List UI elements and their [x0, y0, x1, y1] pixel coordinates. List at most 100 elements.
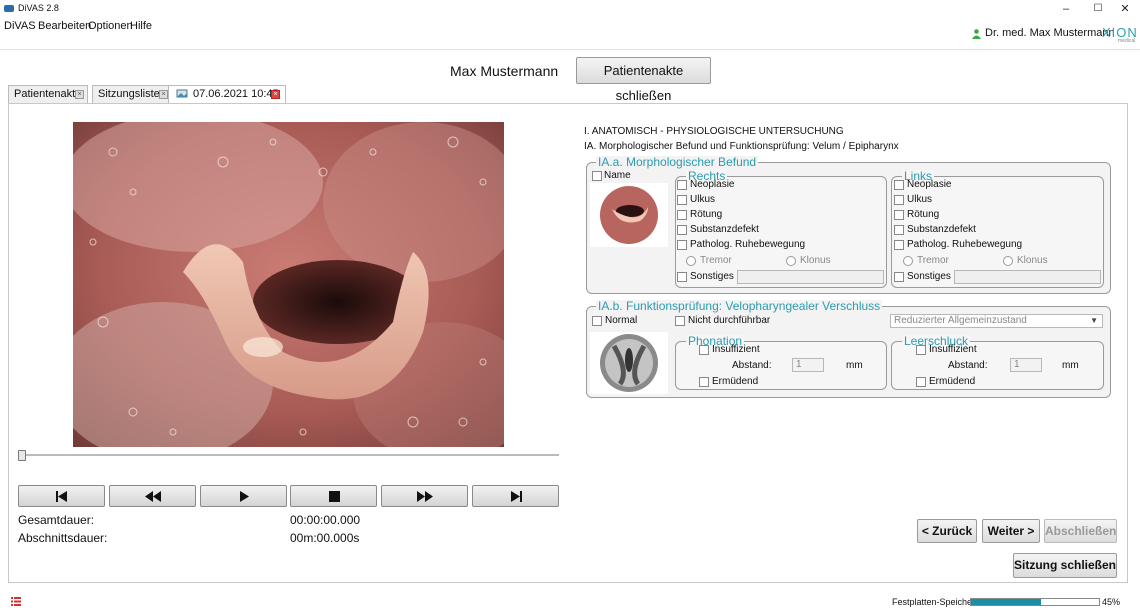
normal-checkbox[interactable]	[592, 316, 602, 326]
log-list-icon[interactable]	[11, 597, 21, 606]
fast-forward-button[interactable]	[381, 485, 468, 507]
rechts-tremor-radio[interactable]	[686, 256, 696, 266]
links-sonstiges-label: Sonstiges	[907, 271, 951, 282]
close-session-button[interactable]: Sitzung schließen	[1013, 553, 1117, 578]
condition-dropdown-value: Reduzierter Allgemeinzustand	[894, 315, 1027, 326]
disk-usage-fill	[971, 599, 1042, 605]
leerschluck-unit-label: mm	[1062, 360, 1079, 371]
phonation-unit-label: mm	[846, 360, 863, 371]
minimize-button[interactable]: –	[1051, 0, 1081, 18]
close-window-button[interactable]: ✕	[1110, 0, 1140, 18]
back-button[interactable]: < Zurück	[917, 519, 977, 543]
stop-icon	[329, 491, 340, 502]
links-tremor-radio[interactable]	[903, 256, 913, 266]
rechts-klonus-radio[interactable]	[786, 256, 796, 266]
xion-logo-sub: medical	[1118, 38, 1136, 44]
close-tab-icon[interactable]: ×	[271, 90, 280, 99]
skip-start-icon	[56, 491, 67, 502]
rechts-ruhebewegung-checkbox[interactable]	[677, 240, 687, 250]
skip-to-end-button[interactable]	[472, 485, 559, 507]
links-substanzdefekt-label: Substanzdefekt	[907, 224, 976, 235]
section-duration-value: 00m:00.000s	[290, 531, 360, 545]
links-substanzdefekt-checkbox[interactable]	[894, 225, 904, 235]
links-ruhebewegung-label: Patholog. Ruhebewegung	[907, 239, 1023, 250]
phonation-abstand-field[interactable]: 1	[792, 358, 824, 372]
rechts-klonus-label: Klonus	[800, 255, 831, 266]
nicht-durchfuehrbar-checkbox[interactable]	[675, 316, 685, 326]
links-sonstiges-checkbox[interactable]	[894, 272, 904, 282]
leerschluck-ermuedend-label: Ermüdend	[929, 376, 976, 387]
rechts-substanzdefekt-checkbox[interactable]	[677, 225, 687, 235]
rechts-roetung-label: Rötung	[690, 209, 723, 220]
links-roetung-label: Rötung	[907, 209, 940, 220]
next-button[interactable]: Weiter >	[982, 519, 1040, 543]
menu-optionen[interactable]: Optionen	[88, 20, 133, 32]
links-neoplasie-checkbox[interactable]	[894, 180, 904, 190]
skip-end-icon	[511, 491, 522, 502]
tab-label: Patientenakte	[14, 88, 82, 100]
rechts-sonstiges-checkbox[interactable]	[677, 272, 687, 282]
rechts-neoplasie-checkbox[interactable]	[677, 180, 687, 190]
velum-thumbnail	[590, 183, 668, 247]
maximize-button[interactable]: ☐	[1083, 0, 1113, 18]
exam-subtitle: IA. Morphologischer Befund und Funktions…	[584, 141, 899, 152]
rewind-button[interactable]	[109, 485, 196, 507]
rechts-ulkus-checkbox[interactable]	[677, 195, 687, 205]
title-bar: DiVAS 2.8 – ☐ ✕	[0, 0, 1140, 18]
close-tab-icon[interactable]: ×	[75, 90, 84, 99]
phonation-ermuedend-checkbox[interactable]	[699, 377, 709, 387]
nicht-durchfuehrbar-label: Nicht durchführbar	[688, 315, 771, 326]
links-roetung-checkbox[interactable]	[894, 210, 904, 220]
disk-label: Festplatten-Speicher:	[892, 597, 978, 607]
skip-to-start-button[interactable]	[18, 485, 105, 507]
links-ruhebewegung-checkbox[interactable]	[894, 240, 904, 250]
links-ulkus-label: Ulkus	[907, 194, 933, 205]
rechts-ulkus-label: Ulkus	[690, 194, 716, 205]
endoscopy-video	[73, 122, 504, 447]
play-icon	[240, 491, 249, 502]
close-tab-icon[interactable]: ×	[159, 90, 168, 99]
chevron-down-icon: ▼	[1090, 316, 1098, 325]
rechts-neoplasie-label: Neoplasie	[690, 179, 735, 190]
condition-dropdown[interactable]: Reduzierter Allgemeinzustand ▼	[890, 314, 1103, 328]
links-klonus-radio[interactable]	[1003, 256, 1013, 266]
section-duration-label: Abschnittsdauer:	[18, 531, 108, 545]
tab-patientenakte[interactable]: Patientenakte ×	[8, 85, 88, 103]
tab-sitzungsliste[interactable]: Sitzungsliste ×	[92, 85, 172, 103]
links-klonus-label: Klonus	[1017, 255, 1048, 266]
links-ulkus-checkbox[interactable]	[894, 195, 904, 205]
velum-function-thumbnail	[590, 332, 668, 394]
leerschluck-ermuedend-checkbox[interactable]	[916, 377, 926, 387]
leerschluck-abstand-label: Abstand:	[948, 360, 988, 371]
rechts-sonstiges-label: Sonstiges	[690, 271, 734, 282]
header-divider	[0, 49, 1140, 50]
phonation-abstand-label: Abstand:	[732, 360, 772, 371]
status-bar: Festplatten-Speicher:	[0, 590, 1140, 613]
fast-forward-icon	[417, 491, 433, 502]
phonation-insuffizient-checkbox[interactable]	[699, 345, 709, 355]
leerschluck-insuffizient-checkbox[interactable]	[916, 345, 926, 355]
close-patient-file-button[interactable]: Patientenakte schließen	[576, 57, 711, 103]
links-sonstiges-field[interactable]	[954, 270, 1101, 284]
rechts-sonstiges-field[interactable]	[737, 270, 884, 284]
rechts-roetung-checkbox[interactable]	[677, 210, 687, 220]
session-icon	[176, 89, 188, 98]
play-button[interactable]	[200, 485, 287, 507]
func-legend: IA.b. Funktionsprüfung: Velopharyngealer…	[596, 299, 883, 313]
video-position-thumb[interactable]	[18, 450, 26, 461]
leerschluck-abstand-field[interactable]: 1	[1010, 358, 1042, 372]
window-title: DiVAS 2.8	[18, 3, 59, 13]
total-duration-label: Gesamtdauer:	[18, 513, 95, 527]
stop-button[interactable]	[290, 485, 377, 507]
disk-value: 45%	[1102, 597, 1121, 607]
normal-label: Normal	[605, 315, 638, 326]
menu-bearbeiten[interactable]: Bearbeiten	[38, 20, 91, 32]
menu-hilfe[interactable]: Hilfe	[130, 20, 152, 32]
name-checkbox[interactable]	[592, 171, 602, 181]
name-label: Name	[604, 170, 631, 181]
finish-button[interactable]: Abschließen	[1044, 519, 1117, 543]
video-position-track[interactable]	[18, 454, 559, 456]
user-icon	[972, 29, 981, 39]
tab-session[interactable]: 07.06.2021 10:45 ×	[168, 85, 286, 104]
menu-divas[interactable]: DiVAS	[4, 20, 36, 32]
